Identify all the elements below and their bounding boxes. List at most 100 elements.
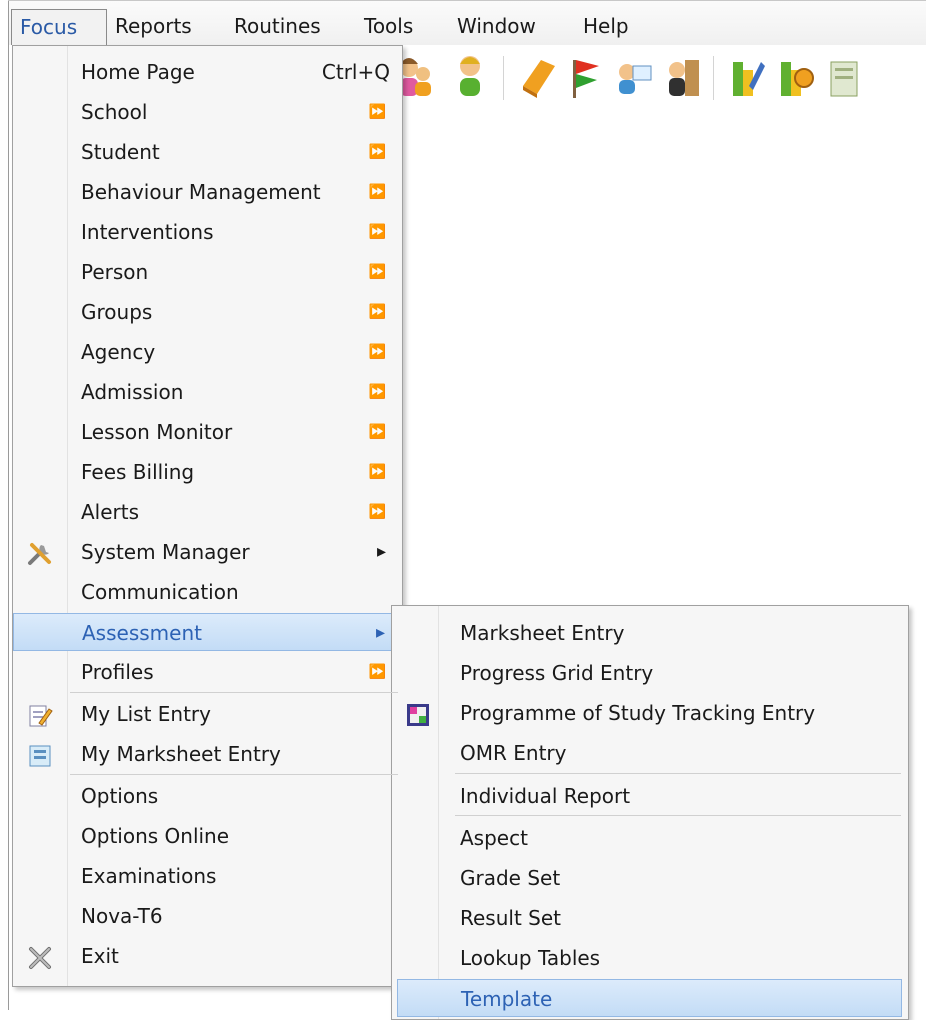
focus-menu-item-label: Admission <box>81 380 184 404</box>
focus-menu-item-label: Assessment <box>82 621 202 645</box>
assessment-item-label: OMR Entry <box>460 741 567 765</box>
focus-menu-item-label: Options Online <box>81 824 230 848</box>
assessment-item-individual-report[interactable]: Individual Report <box>397 777 902 815</box>
focus-menu-item-agency[interactable]: Agency ⏩ <box>13 333 400 371</box>
menu-reports[interactable]: Reports <box>115 11 192 41</box>
tracking-icon <box>405 702 429 726</box>
submenu-arrow-icon: ⏩ <box>368 424 386 440</box>
shortcut-text: Ctrl+Q <box>321 60 390 84</box>
focus-menu-item-system-manager[interactable]: System Manager ▸ <box>13 533 400 571</box>
submenu-arrow-icon: ⏩ <box>368 464 386 480</box>
focus-menu-item-label: Student <box>81 140 160 164</box>
focus-menu-item-label: Profiles <box>81 660 154 684</box>
submenu-arrow-icon: ⏩ <box>368 304 386 320</box>
focus-menu-separator <box>70 774 398 775</box>
submenu-arrow-icon: ⏩ <box>368 664 386 680</box>
toolbar-separator <box>503 56 504 100</box>
flag-icon[interactable] <box>567 52 605 102</box>
focus-menu-item-label: Person <box>81 260 149 284</box>
assessment-item-label: Lookup Tables <box>460 946 601 970</box>
focus-menu-item-lesson-monitor[interactable]: Lesson Monitor ⏩ <box>13 413 400 451</box>
focus-menu-item-home-page[interactable]: Home Page Ctrl+Q <box>13 53 400 91</box>
report-chart-icon[interactable] <box>729 52 767 102</box>
toolbar-separator <box>713 56 714 100</box>
focus-menu-item-assessment[interactable]: Assessment ▸ <box>13 613 400 651</box>
focus-menu-item-label: Exit <box>81 944 119 968</box>
assessment-item-label: Individual Report <box>460 784 631 808</box>
assessment-item-label: Result Set <box>460 906 561 930</box>
focus-menu-item-label: Nova-T6 <box>81 904 163 928</box>
assessment-item-label: Progress Grid Entry <box>460 661 654 685</box>
submenu-arrow-icon: ⏩ <box>368 384 386 400</box>
exit-icon <box>27 945 51 969</box>
focus-menu-item-nova-t6[interactable]: Nova-T6 <box>13 897 400 935</box>
focus-menu-item-label: Communication <box>81 580 239 604</box>
book-icon[interactable] <box>519 52 557 102</box>
assessment-item-label: Grade Set <box>460 866 561 890</box>
focus-menu-item-school[interactable]: School ⏩ <box>13 93 400 131</box>
assessment-item-template[interactable]: Template <box>397 979 902 1017</box>
assessment-item-grade-set[interactable]: Grade Set <box>397 859 902 897</box>
submenu-arrow-icon: ⏩ <box>368 104 386 120</box>
report-settings-icon[interactable] <box>777 52 815 102</box>
focus-menu-item-groups[interactable]: Groups ⏩ <box>13 293 400 331</box>
focus-menu-item-person[interactable]: Person ⏩ <box>13 253 400 291</box>
message-icon[interactable] <box>615 52 653 102</box>
assessment-item-label: Marksheet Entry <box>460 621 625 645</box>
focus-menu-item-behaviour-management[interactable]: Behaviour Management ⏩ <box>13 173 400 211</box>
focus-menu-item-communication[interactable]: Communication <box>13 573 400 611</box>
submenu-arrow-icon: ⏩ <box>368 264 386 280</box>
focus-menu-item-label: My Marksheet Entry <box>81 742 281 766</box>
focus-menu-item-options[interactable]: Options <box>13 777 400 815</box>
focus-menu-item-options-online[interactable]: Options Online <box>13 817 400 855</box>
assessment-item-label: Template <box>461 987 553 1011</box>
assessment-item-programme-of-study-tracking-entry[interactable]: Programme of Study Tracking Entry <box>397 694 902 732</box>
focus-menu-item-my-list-entry[interactable]: My List Entry <box>13 695 400 733</box>
menu-window[interactable]: Window <box>457 11 536 41</box>
notepad-icon[interactable] <box>825 52 863 102</box>
focus-menu-item-exit[interactable]: Exit <box>13 937 400 975</box>
focus-menu-item-label: Fees Billing <box>81 460 195 484</box>
submenu-arrow-icon: ⏩ <box>368 504 386 520</box>
menu-tools[interactable]: Tools <box>364 11 413 41</box>
focus-menu-item-label: Groups <box>81 300 153 324</box>
assessment-item-lookup-tables[interactable]: Lookup Tables <box>397 939 902 977</box>
focus-menu-item-label: Behaviour Management <box>81 180 321 204</box>
focus-menu-item-examinations[interactable]: Examinations <box>13 857 400 895</box>
focus-menu-item-interventions[interactable]: Interventions ⏩ <box>13 213 400 251</box>
assessment-item-omr-entry[interactable]: OMR Entry <box>397 734 902 772</box>
assessment-item-marksheet-entry[interactable]: Marksheet Entry <box>397 614 902 652</box>
menu-focus[interactable]: Focus <box>11 9 107 45</box>
app-window-border <box>8 0 9 1010</box>
submenu-arrow-icon: ▸ <box>376 541 386 562</box>
menu-help[interactable]: Help <box>583 11 629 41</box>
focus-menu-separator <box>70 692 398 693</box>
focus-menu-item-profiles[interactable]: Profiles ⏩ <box>13 653 400 691</box>
submenu-arrow-icon: ▸ <box>375 622 385 643</box>
focus-menu-item-label: System Manager <box>81 540 250 564</box>
focus-menu-item-label: Agency <box>81 340 156 364</box>
focus-menu-item-alerts[interactable]: Alerts ⏩ <box>13 493 400 531</box>
focus-menu-item-my-marksheet-entry[interactable]: My Marksheet Entry <box>13 735 400 773</box>
assessment-item-progress-grid-entry[interactable]: Progress Grid Entry <box>397 654 902 692</box>
focus-menu-item-label: Alerts <box>81 500 140 524</box>
toolbar <box>395 52 926 104</box>
assessment-item-label: Aspect <box>460 826 528 850</box>
focus-menu-item-fees-billing[interactable]: Fees Billing ⏩ <box>13 453 400 491</box>
user-door-icon[interactable] <box>665 52 703 102</box>
menu-tools-label: Tools <box>364 14 414 38</box>
focus-menu-item-student[interactable]: Student ⏩ <box>13 133 400 171</box>
assessment-item-aspect[interactable]: Aspect <box>397 819 902 857</box>
person-icon[interactable] <box>451 52 489 102</box>
assessment-item-result-set[interactable]: Result Set <box>397 899 902 937</box>
assessment-item-label: Programme of Study Tracking Entry <box>460 701 816 725</box>
focus-menu-item-admission[interactable]: Admission ⏩ <box>13 373 400 411</box>
focus-menu-item-label: My List Entry <box>81 702 211 726</box>
submenu-arrow-icon: ⏩ <box>368 144 386 160</box>
marksheet-icon <box>27 743 51 767</box>
submenu-separator <box>455 773 901 774</box>
menu-focus-label: Focus <box>20 15 78 39</box>
menu-routines[interactable]: Routines <box>234 11 321 41</box>
focus-menu-item-label: Interventions <box>81 220 214 244</box>
submenu-arrow-icon: ⏩ <box>368 184 386 200</box>
